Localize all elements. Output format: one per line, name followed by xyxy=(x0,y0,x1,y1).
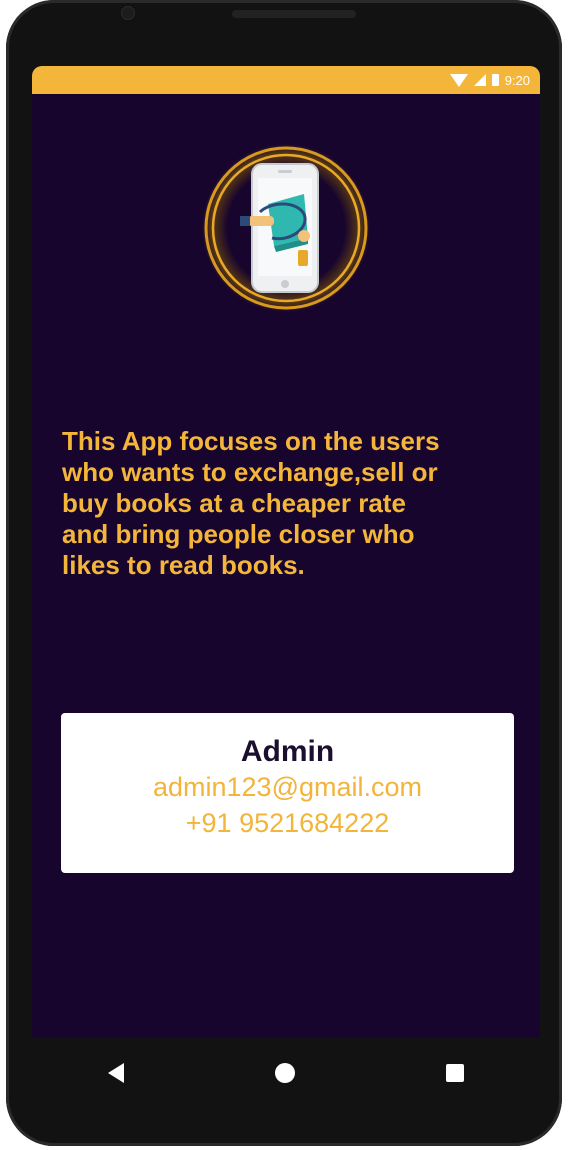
back-icon[interactable] xyxy=(107,1063,124,1083)
phone-books-logo-icon xyxy=(200,142,372,314)
battery-icon xyxy=(491,74,499,86)
contact-card: Admin admin123@gmail.com +91 9521684222 xyxy=(61,713,514,873)
earpiece-speaker xyxy=(232,10,356,18)
status-time: 9:20 xyxy=(504,72,530,88)
contact-phone[interactable]: +91 9521684222 xyxy=(61,805,514,841)
front-camera xyxy=(121,6,135,20)
navigation-bar xyxy=(32,1038,540,1108)
status-bar: 9:20 xyxy=(32,66,540,94)
signal-icon xyxy=(473,74,486,86)
wifi-icon xyxy=(449,73,468,87)
home-icon[interactable] xyxy=(274,1063,295,1083)
app-description: This App focuses on the users who wants … xyxy=(62,426,440,580)
contact-name: Admin xyxy=(240,735,335,768)
app-screen: 9:20 This App focuses on the users who w… xyxy=(32,66,540,1038)
contact-email[interactable]: admin123@gmail.com xyxy=(61,769,514,805)
recents-icon[interactable] xyxy=(446,1064,465,1082)
